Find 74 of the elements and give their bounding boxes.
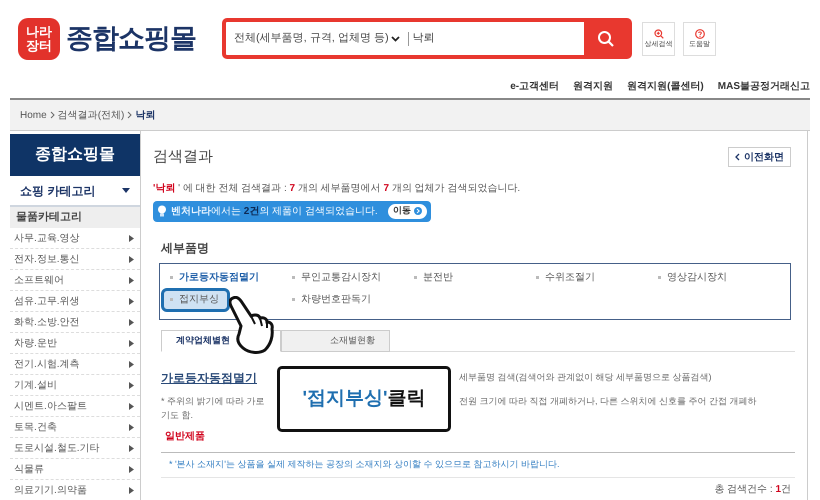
page-title: 검색결과	[153, 147, 213, 167]
chevron-down-icon	[390, 36, 400, 42]
sidebar-category-item[interactable]: 식물류	[10, 459, 140, 480]
top-nav-link[interactable]: e-고객센터	[510, 79, 560, 94]
help-icon	[694, 29, 704, 39]
search-icon	[597, 30, 615, 48]
back-button[interactable]: 이전화면	[728, 147, 791, 168]
lightbulb-icon	[157, 205, 167, 217]
notice-text: * '본사 소재지'는 상품을 실제 제작하는 공장의 소재지와 상이할 수 있으므로 참고하시기 바랍니다.	[169, 458, 560, 471]
breadcrumb-link[interactable]: 검색결과(전체)	[58, 108, 124, 122]
top-nav-link[interactable]: 원격지원	[573, 79, 614, 94]
caret-right-icon	[129, 402, 134, 410]
logo-text[interactable]: 종합쇼핑몰	[66, 18, 196, 59]
search-bar[interactable]: 전체(세부품명, 규격, 업체명 등) 낙뢰	[222, 18, 632, 59]
caret-right-icon	[129, 234, 134, 242]
sidebar-category-item[interactable]: 기계.설비	[10, 375, 140, 396]
banner-text: 벤처나라에서는 2건의 제품이 검색되었습니다.	[171, 204, 378, 218]
category-link[interactable]: 차량번호판독기	[292, 290, 379, 308]
sidebar-category-item[interactable]: 화학.소방.안전	[10, 312, 140, 333]
caret-right-icon	[129, 424, 134, 430]
category-link[interactable]: 접지부싱	[164, 290, 227, 308]
total-count: 총 검색건수 : 1건	[713, 482, 791, 496]
search-summary: '낙뢰 ' 에 대한 전체 검색결과 : 7 개의 세부품명에서 7 개의 업체가 검색되었습니다.	[153, 182, 522, 196]
caret-right-icon	[129, 298, 134, 304]
sidebar-category-item[interactable]: 전기.시험.계측	[10, 354, 140, 375]
sidebar-category-item[interactable]: 토목.건축	[10, 417, 140, 438]
breadcrumb-link[interactable]: 낙뢰	[135, 108, 156, 122]
product-type-label: 일반제품	[165, 430, 206, 444]
arrow-circle-icon	[414, 207, 422, 215]
top-nav-link[interactable]: MAS불공정거래신고	[718, 79, 810, 94]
breadcrumb-link[interactable]: Home	[20, 108, 47, 122]
sidebar-category-item[interactable]: 도로시설.철도.기타	[10, 438, 140, 459]
sidebar-category-item[interactable]: 사무.교육.영상	[10, 228, 140, 249]
product-description: 전원 크기에 따라 직접 개폐하거나, 다른 스위치에 신호를 주어 간접 개폐하	[459, 394, 757, 408]
product-description: * 주위의 밝기에 따라 가로	[161, 396, 265, 406]
caret-right-icon	[129, 466, 134, 472]
sidebar-title: 종합쇼핑몰	[10, 134, 140, 176]
tab[interactable]: 소재별현황	[281, 330, 390, 352]
sidebar-category-item[interactable]: 의료기기.의약품	[10, 480, 140, 500]
sidebar-category-item[interactable]: 차량.운반	[10, 333, 140, 354]
zoom-in-icon	[654, 29, 664, 39]
caret-down-icon	[122, 188, 130, 193]
caret-right-icon	[129, 360, 134, 368]
caret-right-icon	[129, 486, 134, 494]
sidebar-section-header: 물품카테고리	[10, 207, 140, 228]
chevron-left-icon	[735, 153, 740, 162]
sidebar-category-item[interactable]: 시멘트.아스팔트	[10, 396, 140, 417]
sidebar-category-item[interactable]: 전자.정보.통신	[10, 249, 140, 270]
category-link[interactable]: 분전반	[414, 268, 461, 286]
chevron-right-icon	[127, 111, 132, 119]
caret-right-icon	[129, 318, 134, 326]
section-heading: 세부품명	[161, 240, 210, 256]
category-link[interactable]: 무인교통감시장치	[292, 268, 389, 286]
category-link[interactable]: 수위조절기	[536, 268, 603, 286]
caret-right-icon	[129, 340, 134, 346]
chevron-right-icon	[50, 111, 55, 119]
product-title-link[interactable]: 가로등자동점멸기	[161, 370, 257, 384]
caret-right-icon	[129, 382, 134, 388]
sidebar-category-item[interactable]: 섬유.고무.위생	[10, 291, 140, 312]
search-input[interactable]: 낙뢰	[408, 30, 584, 47]
pointing-hand-icon	[229, 296, 275, 354]
product-description: 기도 함.	[161, 408, 194, 422]
category-link[interactable]: 가로등자동점멸기	[170, 268, 267, 286]
callout-box: '접지부싱'클릭	[277, 366, 451, 432]
caret-right-icon	[129, 256, 134, 262]
caret-right-icon	[129, 276, 134, 284]
caret-right-icon	[129, 444, 134, 452]
sidebar-category-item[interactable]: 소프트웨어	[10, 270, 140, 291]
move-button[interactable]: 이동	[388, 204, 427, 218]
logo-badge[interactable]: 나라 장터	[18, 18, 60, 60]
search-note: 세부품명 검색(검색어와 관계없이 해당 세부품명으로 상품검색)	[459, 370, 712, 384]
category-link[interactable]: 영상감시장치	[658, 268, 735, 286]
search-scope-dropdown[interactable]: 전체(세부품명, 규격, 업체명 등)	[226, 30, 408, 47]
top-nav-link[interactable]: 원격지원(콜센터)	[627, 79, 704, 94]
